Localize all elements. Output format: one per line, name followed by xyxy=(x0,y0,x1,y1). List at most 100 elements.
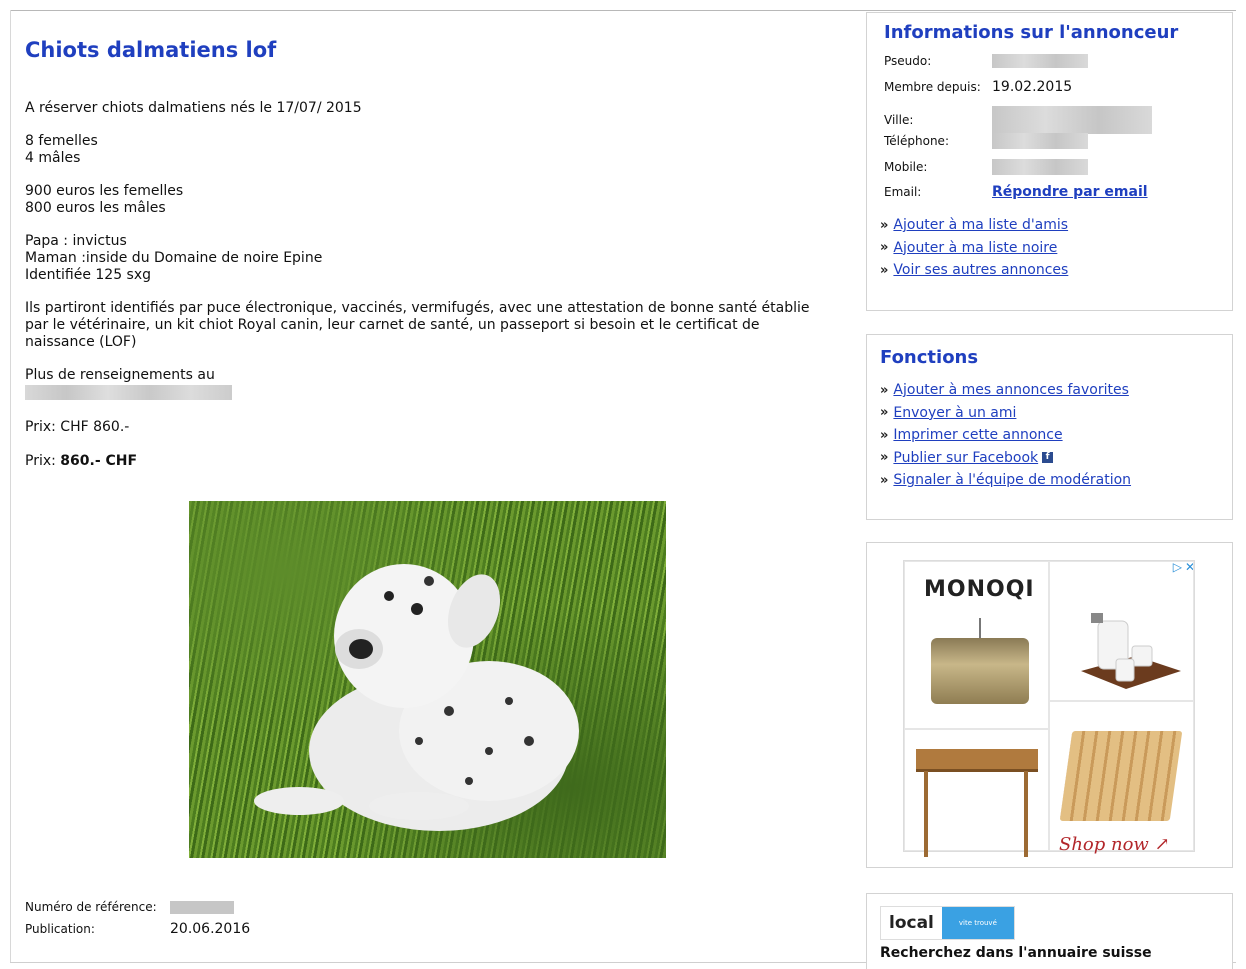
share-facebook-link[interactable]: Publier sur Facebook xyxy=(893,450,1038,466)
functions-box: Fonctions » Ajouter à mes annonces favori… xyxy=(866,334,1233,520)
add-to-blacklist-link[interactable]: Ajouter à ma liste noire xyxy=(893,240,1057,256)
redacted-phone xyxy=(25,384,232,400)
add-favorites-link[interactable]: Ajouter à mes annonces favorites xyxy=(893,382,1128,398)
member-since-row: Membre depuis: 19.02.2015 xyxy=(884,79,1072,95)
desc-line: 900 euros les femelles xyxy=(25,183,184,199)
pseudo-row: Pseudo: xyxy=(884,54,1088,68)
add-to-friends-link[interactable]: Ajouter à ma liste d'amis xyxy=(893,217,1068,233)
desk-image xyxy=(916,749,1038,772)
advertisement-box: ▷ ✕ MONOQI Shop now ↗ xyxy=(866,542,1233,868)
listing-photo[interactable] xyxy=(189,501,666,858)
ad-brand-logo: MONOQI xyxy=(924,577,1035,602)
reply-by-email-link[interactable]: Répondre par email xyxy=(992,184,1148,200)
raquo-icon: » xyxy=(880,217,889,233)
seller-info-title: Informations sur l'annonceur xyxy=(884,22,1179,43)
desc-line: Identifiée 125 sxg xyxy=(25,267,152,283)
raquo-icon: » xyxy=(880,262,889,278)
seller-link-item: » Ajouter à ma liste d'amis xyxy=(880,214,1068,237)
listing-main: Chiots dalmatiens lof A réserver chiots … xyxy=(25,36,840,469)
local-directory-box: local vite trouvé Recherchez dans l'annu… xyxy=(866,893,1233,969)
raquo-icon: » xyxy=(880,472,889,488)
desc-paragraph-3: 900 euros les femelles 800 euros les mâl… xyxy=(25,183,840,217)
publication-date: 20.06.2016 xyxy=(170,921,251,937)
member-since-date: 19.02.2015 xyxy=(992,79,1073,95)
seller-link-item: » Ajouter à ma liste noire xyxy=(880,237,1068,260)
send-to-friend-link[interactable]: Envoyer à un ami xyxy=(893,405,1016,421)
shop-now-text[interactable]: Shop now ↗ xyxy=(1059,834,1170,855)
function-link-item: » Envoyer à un ami xyxy=(880,402,1131,425)
desc-paragraph-6: Plus de renseignements au xyxy=(25,367,840,401)
print-listing-link[interactable]: Imprimer cette annonce xyxy=(893,427,1062,443)
seller-info-box: Informations sur l'annonceur Pseudo: Mem… xyxy=(866,12,1233,311)
local-search-text[interactable]: Recherchez dans l'annuaire suisse xyxy=(880,945,1152,961)
teaset-image xyxy=(1081,613,1181,689)
desc-line: Ils partiront identifiés par puce électr… xyxy=(25,300,810,316)
puppy-illustration xyxy=(254,564,579,831)
lamp-cord xyxy=(979,618,981,640)
arrow-icon: ↗ xyxy=(1154,834,1170,855)
function-link-item: » Ajouter à mes annonces favorites xyxy=(880,379,1131,402)
local-logo-text: local xyxy=(881,913,942,933)
raquo-icon: » xyxy=(880,240,889,256)
publication-row: Publication: 20.06.2016 xyxy=(25,918,250,940)
desc-line: 8 femelles xyxy=(25,133,98,149)
seller-links: » Ajouter à ma liste d'amis » Ajouter à ma… xyxy=(880,214,1068,282)
function-links: » Ajouter à mes annonces favorites » Envoy… xyxy=(880,379,1131,492)
price-value: 860.- CHF xyxy=(60,453,138,469)
top-border xyxy=(10,10,1236,11)
price-label: Prix: xyxy=(25,453,61,469)
desc-paragraph-1: A réserver chiots dalmatiens nés le 17/0… xyxy=(25,100,840,117)
left-border xyxy=(10,10,11,962)
raquo-icon: » xyxy=(880,427,889,443)
functions-title: Fonctions xyxy=(880,347,979,368)
publication-label: Publication: xyxy=(25,922,95,936)
function-link-item: » Imprimer cette annonce xyxy=(880,424,1131,447)
city-label: Ville: xyxy=(884,113,914,127)
ad-banner[interactable]: ▷ ✕ MONOQI Shop now ↗ xyxy=(903,560,1195,857)
redacted-mobile-number xyxy=(992,159,1088,175)
desc-paragraph-5: Ils partiront identifiés par puce électr… xyxy=(25,300,840,351)
function-link-item: » Signaler à l'équipe de modération xyxy=(880,469,1131,492)
lamp-image xyxy=(931,638,1029,704)
redacted-city xyxy=(992,106,1152,134)
mobile-label: Mobile: xyxy=(884,160,928,174)
report-moderation-link[interactable]: Signaler à l'équipe de modération xyxy=(893,472,1131,488)
listing-description: A réserver chiots dalmatiens nés le 17/0… xyxy=(25,100,840,401)
raquo-icon: » xyxy=(880,450,889,466)
desc-line: naissance (LOF) xyxy=(25,334,137,350)
chair-image xyxy=(1059,731,1183,821)
desc-paragraph-2: 8 femelles 4 mâles xyxy=(25,133,840,167)
mobile-row: Mobile: xyxy=(884,159,1088,175)
price-line: Prix: CHF 860.- xyxy=(25,419,130,435)
seller-link-item: » Voir ses autres annonces xyxy=(880,259,1068,282)
other-listings-link[interactable]: Voir ses autres annonces xyxy=(893,262,1068,278)
local-tagline: vite trouvé xyxy=(941,907,1014,939)
phone-row: Téléphone: xyxy=(884,133,1088,149)
listing-meta: Numéro de référence: Publication: 20.06.… xyxy=(25,896,250,940)
desc-paragraph-4: Papa : invictus Maman :inside du Domaine… xyxy=(25,233,840,284)
redacted-reference xyxy=(170,900,234,914)
email-label: Email: xyxy=(884,185,922,199)
desk-leg xyxy=(1024,771,1028,857)
listing-title: Chiots dalmatiens lof xyxy=(25,38,277,62)
reference-label: Numéro de référence: xyxy=(25,900,157,914)
reference-row: Numéro de référence: xyxy=(25,896,250,918)
function-link-item: » Publier sur Facebook f xyxy=(880,447,1131,470)
local-logo[interactable]: local vite trouvé xyxy=(880,906,1015,940)
desk-leg xyxy=(924,771,928,857)
page: Chiots dalmatiens lof A réserver chiots … xyxy=(0,0,1246,969)
desc-line: 800 euros les mâles xyxy=(25,200,166,216)
member-since-label: Membre depuis: xyxy=(884,80,981,94)
facebook-icon: f xyxy=(1042,452,1054,464)
desc-line: Maman :inside du Domaine de noire Epine xyxy=(25,250,323,266)
price-summary: Prix: 860.- CHF xyxy=(25,453,840,469)
desc-line: 4 mâles xyxy=(25,150,81,166)
raquo-icon: » xyxy=(880,382,889,398)
raquo-icon: » xyxy=(880,405,889,421)
city-row: Ville: xyxy=(884,106,1152,134)
pseudo-label: Pseudo: xyxy=(884,54,932,68)
desc-line: par le vétérinaire, un kit chiot Royal c… xyxy=(25,317,760,333)
more-info-text: Plus de renseignements au xyxy=(25,367,215,383)
phone-label: Téléphone: xyxy=(884,134,949,148)
desc-line: A réserver chiots dalmatiens nés le 17/0… xyxy=(25,100,362,116)
